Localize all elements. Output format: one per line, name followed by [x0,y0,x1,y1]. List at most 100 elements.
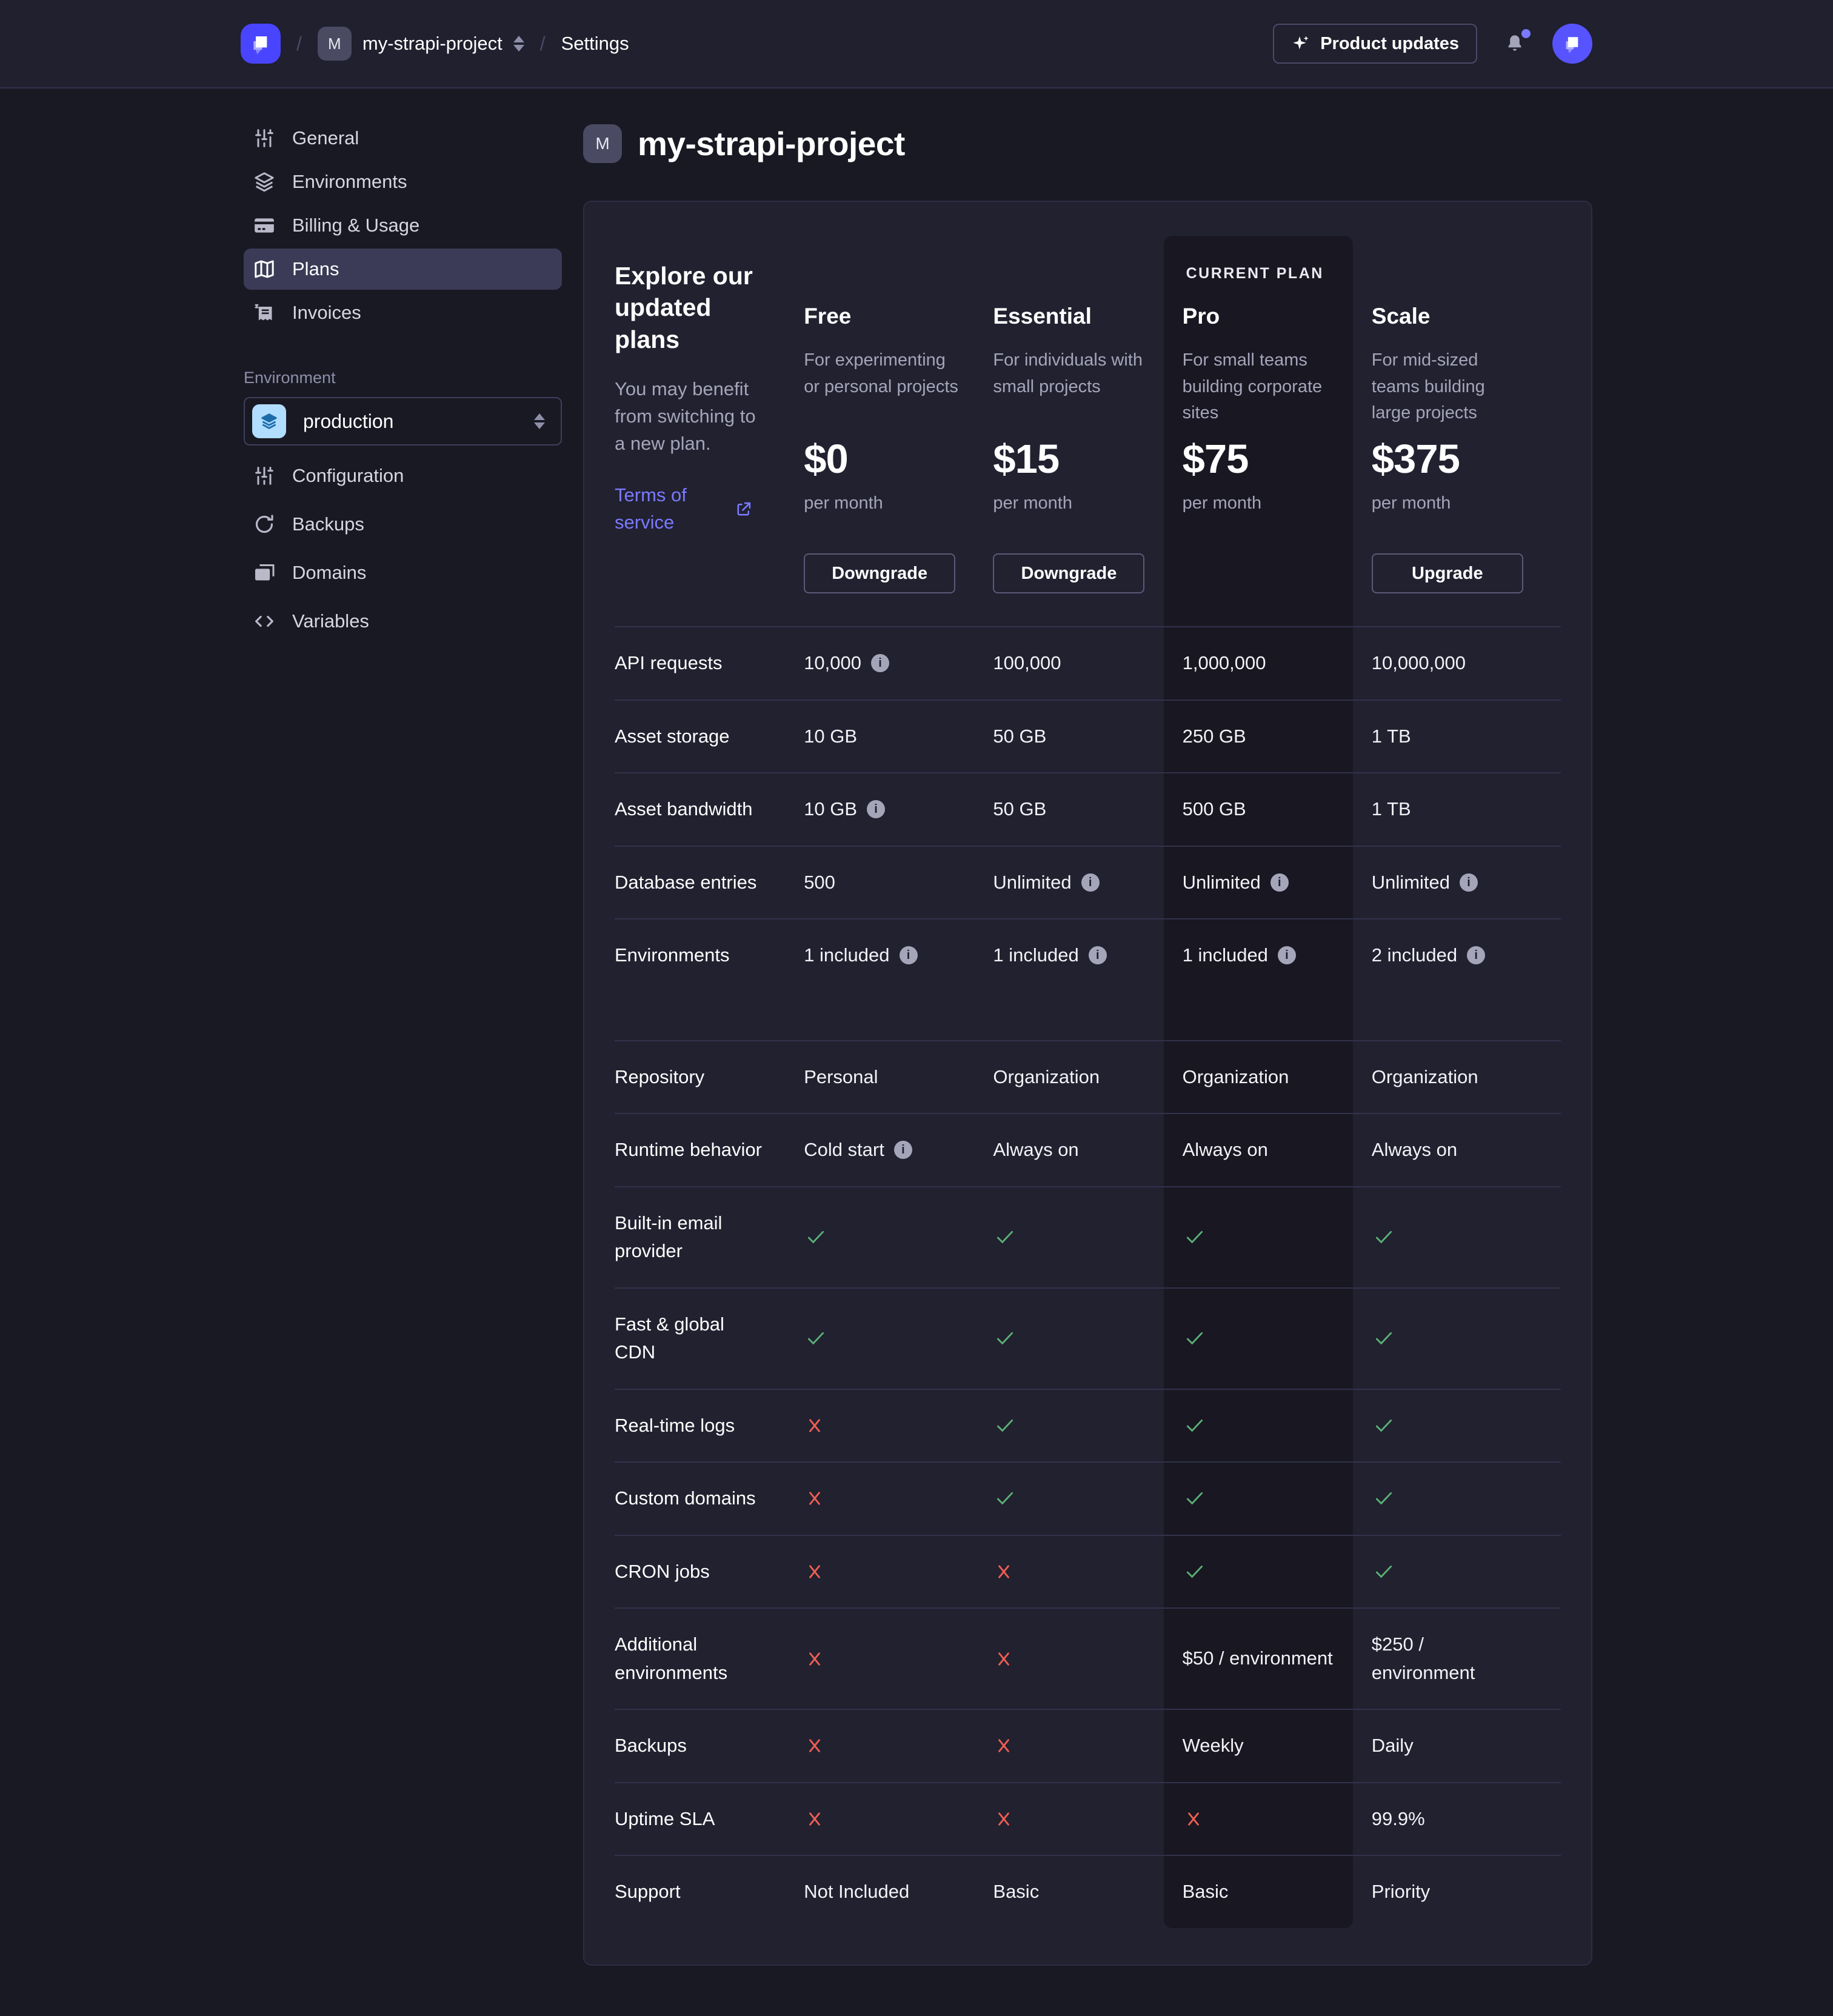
sidebar-item-invoices[interactable]: Invoices [244,292,562,333]
feature-label: Custom domains [615,1463,804,1535]
cross-icon [804,1648,826,1670]
sidebar-item-environments[interactable]: Environments [244,161,562,202]
plan-value: 500 GB [1183,773,1372,846]
plan-value-text: 99.9% [1372,1805,1425,1834]
environment-select[interactable]: production [244,397,562,446]
plan-value: 99.9% [1372,1783,1561,1855]
plan-value-text: 1 TB [1372,723,1411,751]
feature-label: Environments [615,920,804,992]
feature-label: Asset storage [615,701,804,773]
sidebar-item-general[interactable]: General [244,118,562,159]
plan-value: Always on [1372,1114,1561,1186]
plan-name: Pro [1183,304,1338,329]
sliders-icon [252,126,276,150]
plan-value: 1 included i [804,920,993,992]
table-row: Real-time logs [615,1389,1561,1462]
plan-value [804,1609,993,1709]
environment-section-label: Environment [244,369,562,387]
external-link-icon[interactable] [733,499,754,519]
strapi-logo-icon [249,32,273,56]
downgrade-button[interactable]: Downgrade [993,553,1144,593]
product-updates-button[interactable]: Product updates [1273,24,1477,64]
info-icon[interactable]: i [1467,946,1485,964]
plan-value [804,1390,993,1462]
plan-value: Daily [1372,1710,1561,1782]
plan-value [993,1390,1182,1462]
feature-label: Repository [615,1041,804,1113]
table-row: API requests10,000i100,0001,000,00010,00… [615,626,1561,699]
downgrade-button[interactable]: Downgrade [804,553,955,593]
plan-price: $75 [1183,436,1338,482]
info-icon[interactable]: i [1089,946,1107,964]
info-icon[interactable]: i [894,1141,912,1159]
sidebar-item-domains[interactable]: Domains [244,551,562,595]
plan-value [1183,1783,1372,1855]
plan-value: 500 [804,847,993,919]
plan-value-text: $250 / environment [1372,1630,1524,1687]
check-icon [1183,1225,1207,1249]
notifications-button[interactable] [1504,33,1526,55]
breadcrumb-separator: / [296,33,302,55]
info-icon[interactable]: i [867,800,885,818]
project-badge: M [318,27,352,61]
plan-value-text: 1,000,000 [1183,649,1266,678]
breadcrumb-settings[interactable]: Settings [561,33,629,55]
sidebar-item-backups[interactable]: Backups [244,502,562,546]
plan-price: $375 [1372,436,1527,482]
cross-icon [993,1561,1015,1583]
terms-of-service-link[interactable]: Terms of service [615,482,712,536]
feature-label: API requests [615,627,804,699]
upgrade-button[interactable]: Upgrade [1372,553,1523,593]
page-header: M my-strapi-project [583,115,1592,163]
plan-value: 1 includedi [993,920,1182,992]
sidebar-item-label: Environments [292,171,407,193]
info-icon[interactable]: i [900,946,918,964]
plan-value [1372,1536,1561,1608]
check-icon [804,1326,828,1350]
plan-value: 2 includedi [1372,920,1561,992]
info-icon[interactable]: i [1278,946,1296,964]
sidebar-item-configuration[interactable]: Configuration [244,454,562,498]
plan-value-text: 1 included [804,941,889,970]
feature-label: Asset bandwidth [615,773,804,846]
project-switcher-icon[interactable] [513,36,524,52]
plan-value-text: $50 / environment [1183,1644,1333,1673]
sidebar-item-billing[interactable]: Billing & Usage [244,205,562,246]
check-icon [1183,1326,1207,1350]
cross-icon [993,1735,1015,1757]
check-icon [804,1225,828,1249]
plan-value: 1 includedi [1183,920,1372,992]
plan-value: Organization [1183,1041,1372,1113]
sidebar-item-label: General [292,127,359,149]
strapi-logo[interactable] [241,24,281,64]
plan-value [993,1783,1182,1855]
cross-icon [804,1735,826,1757]
plan-price: $0 [804,436,959,482]
info-icon[interactable]: i [1460,873,1478,892]
plan-value [993,1463,1182,1535]
plan-value-text: Unlimited [993,869,1071,897]
plans-card: Explore our updated plans You may benefi… [583,201,1592,1966]
check-icon [1183,1414,1207,1438]
plan-value [1183,1536,1372,1608]
plan-column-scale: Scale For mid-sized teams building large… [1372,202,1561,626]
plan-value [993,1710,1182,1782]
breadcrumb-project-label: my-strapi-project [362,33,502,55]
info-icon[interactable]: i [871,654,889,672]
table-row: Environments1 includedi1 includedi1 incl… [615,918,1561,992]
sidebar-item-plans[interactable]: Plans [244,249,562,290]
info-icon[interactable]: i [1081,873,1100,892]
plan-description: For small teams building corporate sites [1183,347,1338,436]
info-icon[interactable]: i [1270,873,1289,892]
sidebar-item-variables[interactable]: Variables [244,599,562,643]
table-row: RepositoryPersonalOrganizationOrganizati… [615,1040,1561,1113]
table-row: Asset storage10 GB50 GB250 GB1 TB [615,699,1561,773]
plan-value-text: Organization [993,1063,1100,1092]
plan-value [993,1536,1182,1608]
feature-label: Uptime SLA [615,1783,804,1855]
plan-value: Basic [993,1856,1182,1928]
breadcrumb-project[interactable]: M my-strapi-project [318,27,524,61]
plan-value [1372,1289,1561,1389]
user-avatar[interactable] [1552,24,1592,64]
plan-name: Essential [993,304,1148,329]
